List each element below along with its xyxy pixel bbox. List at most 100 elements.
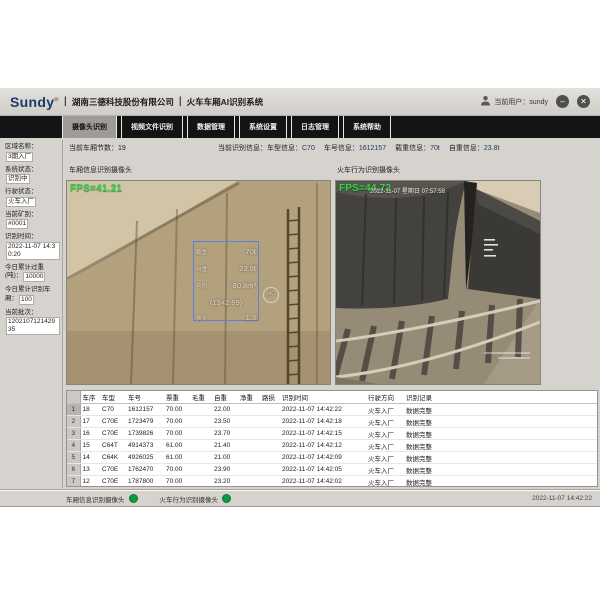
table-row[interactable]: 217C70E172347970.0023.502022-11-07 14:42… (67, 416, 597, 428)
title-bar: Sundy® | 湖南三德科技股份有限公司 | 火车车厢AI识别系统 当前用户：… (0, 88, 600, 116)
table-header-cell: 票重 (164, 391, 190, 404)
company-name: 湖南三德科技股份有限公司 (72, 96, 174, 108)
table-cell: 2022-11-07 14:42:22 (280, 404, 366, 416)
info-row: 当前车厢节数：19 当前识别信息：车型信息：C70车号信息：1612157载重信… (68, 143, 598, 156)
table-cell (238, 452, 260, 464)
table-cell: 1723479 (126, 416, 164, 428)
table-row[interactable]: 118C70161215770.0022.002022-11-07 14:42:… (67, 404, 597, 416)
table-header-cell: 识别记录 (404, 391, 597, 404)
table-cell (190, 404, 212, 416)
sidebar-field-value: 120210712142935 (6, 317, 60, 335)
table-row[interactable]: 415C64T491437361.0021.402022-11-07 14:42… (67, 440, 597, 452)
table-cell: 15 (80, 440, 100, 452)
marking-line: 自重23.8t (194, 261, 258, 278)
current-user-label: 当前用户：sundy (494, 97, 548, 107)
camera2-online-dot (222, 494, 231, 503)
table-row-number: 2 (67, 416, 80, 428)
table-cell: 2022-11-07 14:42:02 (280, 476, 366, 488)
table-cell (260, 428, 280, 440)
records-table-panel: 车序车型车号票重毛重自重净重路损识别时间行驶方向识别记录 118C7016121… (66, 390, 598, 487)
table-cell: 23.50 (212, 416, 238, 428)
user-area: 当前用户：sundy – ✕ (480, 93, 590, 111)
info-pair-value: 70t (430, 145, 440, 152)
table-row-number: 7 (67, 476, 80, 488)
camera1-video-feed[interactable]: FPS=41.21 载重70t自重23.8t容积80.8m³(13×2.69)换… (66, 180, 331, 385)
table-cell (260, 440, 280, 452)
close-button[interactable]: ✕ (577, 95, 590, 108)
table-cell (190, 428, 212, 440)
table-cell: C70E (100, 428, 126, 440)
table-cell: 12 (80, 476, 100, 488)
table-header-cell: 净重 (238, 391, 260, 404)
table-cell: 2022-11-07 14:42:18 (280, 416, 366, 428)
table-cell: 4914373 (126, 440, 164, 452)
menu-tab-1[interactable]: 摄像头识别 (62, 116, 117, 138)
carriage-count: 当前车厢节数：19 (69, 143, 126, 153)
status-clock: 2022-11-07 14:42:22 (532, 495, 592, 502)
user-icon (480, 93, 491, 111)
table-header-cell: 行驶方向 (366, 391, 404, 404)
table-cell (260, 452, 280, 464)
table-cell (238, 416, 260, 428)
table-cell: 数据完整 (404, 416, 597, 428)
sidebar-field-label: 当前矿别： (5, 211, 38, 218)
table-cell: 火车入厂 (366, 404, 404, 416)
table-header-cell: 车号 (126, 391, 164, 404)
table-cell (238, 440, 260, 452)
table-body: 118C70161215770.0022.002022-11-07 14:42:… (67, 404, 597, 488)
marking-line: 换长 1.3 (194, 310, 258, 327)
content-area: 区域名称：3期入厂系统状态：识别中行驶状态：火车入厂当前矿别：#0001识别时间… (0, 138, 600, 490)
menu-tab-5[interactable]: 日志管理 (291, 116, 339, 138)
table-cell: 2022-11-07 14:42:09 (280, 452, 366, 464)
marking-value: 70t (246, 244, 256, 259)
marking-label: 换长 (196, 312, 207, 327)
table-header-cell: 车型 (100, 391, 126, 404)
table-cell: 22.00 (212, 404, 238, 416)
table-cell: 14 (80, 452, 100, 464)
table-cell: 17 (80, 416, 100, 428)
info-pair-label: 载重信息： (395, 145, 430, 152)
status-bar: 车厢信息识别摄像头 火车行为识别摄像头 2022-11-07 14:42:22 (0, 490, 600, 506)
minimize-button[interactable]: – (556, 95, 569, 108)
marking-value: 1.3 (246, 310, 256, 325)
marking-value: 80.8m³ (233, 278, 256, 293)
sidebar-field-label: 系统状态： (5, 166, 38, 173)
table-row[interactable]: 613C70E176247070.0023.902022-11-07 14:42… (67, 464, 597, 476)
table-cell: 1739826 (126, 428, 164, 440)
table-row-number: 4 (67, 440, 80, 452)
table-cell: 数据完整 (404, 464, 597, 476)
screenshot-page: Sundy® | 湖南三德科技股份有限公司 | 火车车厢AI识别系统 当前用户：… (0, 0, 600, 600)
table-header-cell: 识别时间 (280, 391, 366, 404)
menu-tab-4[interactable]: 系统设置 (239, 116, 287, 138)
table-cell: C70E (100, 416, 126, 428)
table-cell: 数据完整 (404, 452, 597, 464)
table-cell (190, 416, 212, 428)
table-cell: 21.00 (212, 452, 238, 464)
sidebar-field-label: 行驶状态： (5, 188, 38, 195)
table-cell: 火车入厂 (366, 428, 404, 440)
menu-tab-3[interactable]: 数据管理 (187, 116, 235, 138)
sidebar-field-8: 当前批次：120210712142935 (5, 309, 60, 336)
menu-tab-6[interactable]: 系统帮助 (343, 116, 391, 138)
fps-overlay-camera1: FPS=41.21 (70, 183, 122, 194)
table-cell: 23.90 (212, 464, 238, 476)
camera2-video-feed[interactable]: FPS=44.72 2022-11-07 星期日 07:57:58 (335, 180, 541, 385)
marking-line: 载重70t (194, 244, 258, 261)
sidebar-field-3: 行驶状态：火车入厂 (5, 188, 60, 207)
sidebar-field-4: 当前矿别：#0001 (5, 211, 60, 230)
registered-mark: ® (54, 97, 59, 103)
marking-line: (13×2.69) (194, 295, 258, 310)
table-cell: 2022-11-07 14:42:12 (280, 440, 366, 452)
table-cell: 23.70 (212, 428, 238, 440)
menu-tab-2[interactable]: 视频文件识别 (121, 116, 183, 138)
table-cell: 16 (80, 428, 100, 440)
table-cell (238, 404, 260, 416)
info-pair: 载重信息：70t (395, 145, 440, 152)
table-row[interactable]: 514C64K492602561.0021.002022-11-07 14:42… (67, 452, 597, 464)
table-row[interactable]: 316C70E173982670.0023.702022-11-07 14:42… (67, 428, 597, 440)
current-recognition-info: 当前识别信息：车型信息：C70车号信息：1612157载重信息：70t自重信息：… (218, 143, 508, 153)
car-markings: 载重70t自重23.8t容积80.8m³(13×2.69)换长1.3 (194, 244, 258, 327)
records-table: 车序车型车号票重毛重自重净重路损识别时间行驶方向识别记录 118C7016121… (67, 391, 597, 487)
table-header-gutter (67, 391, 80, 404)
table-row[interactable]: 712C70E178780070.0023.202022-11-07 14:42… (67, 476, 597, 488)
